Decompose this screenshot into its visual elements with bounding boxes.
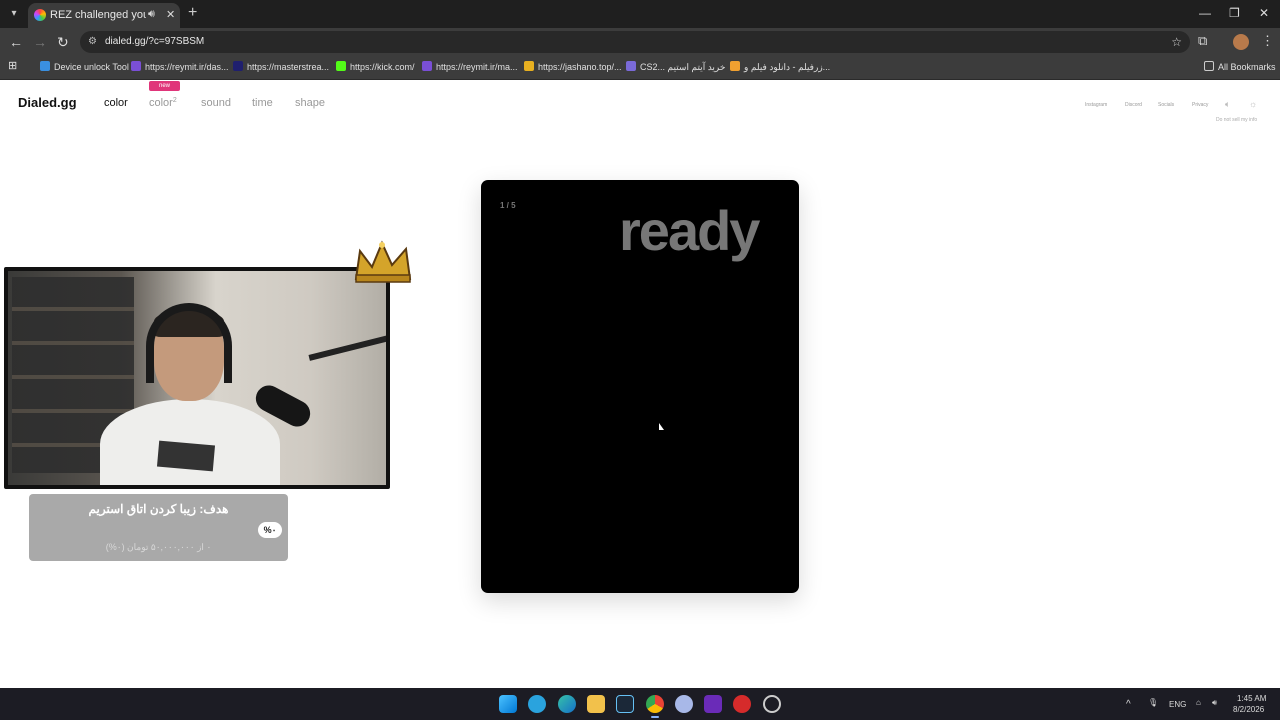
extensions-icon[interactable]: ⧉ — [1198, 33, 1207, 49]
page-content: Dialed.gg new color color2 sound time sh… — [0, 81, 1280, 688]
network-icon[interactable]: ⌂ — [1196, 698, 1201, 707]
new-tab-button[interactable]: + — [188, 4, 197, 22]
browser-toolbar: ← → ↻ ⚙ dialed.gg/?c=97SBSM ☆ ⧉ ⋮ — [0, 28, 1280, 56]
bookmark-favicon-icon — [422, 61, 432, 71]
tab-title: REZ challenged you to a co — [50, 9, 146, 21]
menu-icon[interactable]: ⋮ — [1261, 33, 1274, 49]
bookmark-label: زرفیلم - دانلود فیلم و... — [744, 62, 831, 72]
mouse-cursor-icon — [659, 423, 664, 430]
goal-title: هدف: زیبا کردن اتاق استریم — [88, 502, 229, 516]
browser-tab[interactable]: REZ challenged you to a co 🔊︎ ✕ — [28, 3, 180, 28]
bookmark-item[interactable]: https://masterstrea... — [233, 61, 329, 72]
bookmark-item[interactable]: https://reymit.ir/das... — [131, 61, 229, 72]
chrome-icon[interactable] — [646, 695, 664, 718]
tab-audio-icon[interactable]: 🔊︎ — [148, 8, 155, 21]
bookmark-item[interactable]: https://jashano.top/... — [524, 61, 622, 72]
goal-progress-text: ۰ از ۵۰,۰۰۰,۰۰۰ تومان (۰%) — [105, 542, 212, 552]
forward-button[interactable]: → — [33, 34, 47, 50]
clock-date[interactable]: 8/2/2026 — [1233, 705, 1264, 714]
bookmark-label: https://reymit.ir/ma... — [436, 62, 518, 72]
volume-icon[interactable]: 🔊︎ — [1212, 698, 1217, 708]
bookmark-item[interactable]: CS2... خرید آیتم استیم — [626, 61, 725, 73]
bookmark-label: CS2... خرید آیتم استیم — [640, 62, 726, 72]
bookmark-favicon-icon — [336, 61, 346, 71]
obs-icon[interactable] — [763, 695, 781, 713]
bookmark-label: https://reymit.ir/das... — [145, 62, 229, 72]
window-close-button[interactable]: ✕ — [1259, 6, 1269, 20]
bookmark-item[interactable]: https://kick.com/ — [336, 61, 415, 72]
browser-tabstrip: ▾ REZ challenged you to a co 🔊︎ ✕ + — ❐ … — [0, 0, 1280, 28]
webcam-shirt-print — [156, 440, 216, 472]
webcam-mic-arm — [308, 335, 386, 361]
theme-toggle-icon[interactable]: ☼ — [1249, 99, 1257, 109]
tab-favicon-icon — [34, 9, 46, 21]
bookmark-favicon-icon — [626, 61, 636, 71]
link-discord[interactable]: Discord — [1125, 102, 1142, 108]
edge-icon[interactable] — [558, 695, 576, 713]
address-bar[interactable]: ⚙ dialed.gg/?c=97SBSM ☆ — [80, 31, 1190, 53]
rockstar-icon[interactable] — [704, 695, 722, 713]
bookmark-item[interactable]: Device unlock Tool — [40, 61, 129, 72]
new-badge: new — [149, 81, 180, 91]
bookmark-label: https://jashano.top/... — [538, 62, 622, 72]
link-privacy[interactable]: Privacy — [1192, 102, 1208, 108]
language-indicator[interactable]: ENG — [1169, 700, 1186, 709]
bookmark-label: Device unlock Tool — [54, 62, 129, 72]
folder-icon — [1204, 61, 1214, 71]
clock-time[interactable]: 1:45 AM — [1237, 694, 1266, 703]
app-red-icon[interactable] — [733, 695, 751, 713]
nav-color2-sup: 2 — [172, 97, 177, 104]
nav-shape[interactable]: shape — [295, 97, 325, 109]
restore-button[interactable]: ❐ — [1229, 6, 1240, 20]
round-counter: 1 / 5 — [500, 201, 516, 210]
bookmark-favicon-icon — [40, 61, 50, 71]
profile-avatar[interactable] — [1233, 34, 1249, 50]
site-info-icon[interactable]: ⚙ — [88, 31, 97, 53]
reload-button[interactable]: ↻ — [57, 34, 69, 51]
site-logo[interactable]: Dialed.gg — [18, 95, 77, 110]
tab-close-icon[interactable]: ✕ — [166, 8, 175, 21]
webcam-headset — [146, 303, 232, 383]
link-do-not-sell[interactable]: Do not sell my info — [1216, 117, 1257, 123]
webcam-overlay — [4, 267, 390, 489]
windows-taskbar: ^ 🎙︎ ENG ⌂ 🔊︎ 1:45 AM 8/2/2026 — [0, 688, 1280, 720]
steam-icon[interactable] — [616, 695, 634, 713]
bookmark-item[interactable]: https://reymit.ir/ma... — [422, 61, 518, 72]
bookmark-label: https://masterstrea... — [247, 62, 330, 72]
game-card[interactable]: 1 / 5 ready — [481, 180, 799, 593]
tab-list-button[interactable]: ▾ — [6, 6, 22, 22]
tray-mic-icon[interactable]: 🎙︎ — [1148, 698, 1158, 707]
goal-percent-badge: %۰ — [258, 522, 282, 538]
ready-label: ready — [619, 199, 760, 262]
bookmark-favicon-icon — [131, 61, 141, 71]
bookmark-item[interactable]: زرفیلم - دانلود فیلم و... — [730, 61, 830, 73]
start-icon[interactable] — [499, 695, 517, 713]
nav-sound[interactable]: sound — [201, 97, 231, 109]
link-instagram[interactable]: Instagram — [1085, 102, 1107, 108]
bookmark-favicon-icon — [524, 61, 534, 71]
all-bookmarks[interactable]: All Bookmarks — [1204, 61, 1276, 72]
all-bookmarks-label: All Bookmarks — [1218, 62, 1276, 72]
nav-time[interactable]: time — [252, 97, 273, 109]
back-button[interactable]: ← — [9, 34, 23, 50]
bookmark-favicon-icon — [730, 61, 740, 71]
link-socials[interactable]: Socials — [1158, 102, 1174, 108]
nav-color[interactable]: color — [104, 97, 128, 109]
sound-toggle-icon[interactable]: 🔈︎ — [1225, 99, 1230, 110]
telegram-icon[interactable] — [528, 695, 546, 713]
apps-icon[interactable]: ⊞ — [8, 59, 17, 72]
crown-icon — [354, 240, 412, 283]
address-url: dialed.gg/?c=97SBSM — [105, 36, 205, 47]
bookmark-favicon-icon — [233, 61, 243, 71]
nav-color2[interactable]: color2 — [149, 97, 177, 109]
bookmarks-bar: ⊞ Device unlock Tool https://reymit.ir/d… — [0, 56, 1280, 80]
minimize-button[interactable]: — — [1199, 6, 1211, 20]
app-icon[interactable] — [675, 695, 693, 713]
bookmark-star-icon[interactable]: ☆ — [1171, 31, 1182, 53]
tray-overflow-icon[interactable]: ^ — [1126, 699, 1131, 710]
nav-color2-label: color — [149, 97, 173, 109]
bookmark-label: https://kick.com/ — [350, 62, 415, 72]
file-explorer-icon[interactable] — [587, 695, 605, 713]
stream-goal-widget: هدف: زیبا کردن اتاق استریم %۰ ۰ از ۵۰,۰۰… — [29, 494, 288, 561]
